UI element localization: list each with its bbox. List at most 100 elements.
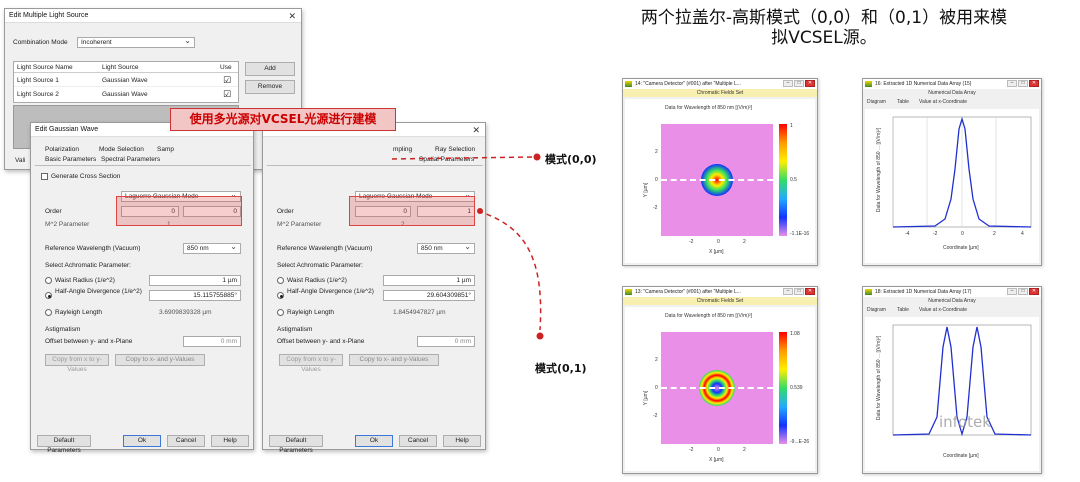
waist-radius-field[interactable]: 1 µm	[149, 275, 241, 286]
column-use-header: Use	[220, 64, 232, 71]
dialog-title: Edit Multiple Light Source ✕	[5, 9, 301, 23]
help-button[interactable]: Help	[443, 435, 481, 447]
minimize-icon[interactable]: –	[1007, 80, 1017, 87]
tab-value-at-x[interactable]: Value at x-Coordinate	[919, 307, 967, 313]
row-name: Light Source 1	[17, 77, 59, 84]
half-angle-radio[interactable]	[45, 292, 52, 299]
waist-radius-field[interactable]: 1 µm	[383, 275, 475, 286]
offset-field[interactable]: 0 mm	[183, 336, 241, 347]
cancel-button[interactable]: Cancel	[167, 435, 205, 447]
line-window-bottom: 18: Extracted 1D Numerical Data Array (1…	[862, 286, 1042, 474]
dialog-title-text: Edit Multiple Light Source	[9, 12, 89, 19]
maximize-icon[interactable]: □	[1018, 288, 1028, 295]
default-parameters-button[interactable]: Default Parameters	[37, 435, 91, 454]
y-tick: 0	[655, 385, 658, 391]
window-title: 13: "Camera Detector" (#001) after "Mult…	[623, 287, 817, 297]
half-angle-field[interactable]: 29.604309851°	[383, 290, 475, 301]
generate-cross-section-checkbox[interactable]	[41, 173, 48, 180]
combination-mode-label: Combination Mode	[13, 39, 68, 46]
add-button[interactable]: Add	[245, 62, 295, 76]
waist-radius-radio[interactable]	[45, 277, 52, 284]
maximize-icon[interactable]: □	[794, 288, 804, 295]
minimize-icon[interactable]: –	[783, 288, 793, 295]
maximize-icon[interactable]: □	[794, 80, 804, 87]
rayleigh-radio[interactable]	[277, 309, 284, 316]
copy-to-xy-button[interactable]: Copy to x- and y-Values	[115, 354, 205, 366]
copy-from-x-button[interactable]: Copy from x to y-Values	[279, 354, 343, 373]
table-row[interactable]: Light Source 1 Gaussian Wave ☑	[14, 74, 238, 87]
combination-mode-select[interactable]: Incoherent	[77, 36, 195, 48]
tab-sampling[interactable]: mpling	[393, 146, 412, 153]
copy-to-xy-button[interactable]: Copy to x- and y-Values	[349, 354, 439, 366]
tab-table[interactable]: Table	[897, 307, 909, 313]
close-icon[interactable]: ✕	[288, 9, 296, 23]
close-icon[interactable]: ✕	[472, 123, 480, 137]
minimize-icon[interactable]: –	[783, 80, 793, 87]
window-controls: – □ ✕	[1007, 288, 1039, 295]
copy-from-x-button[interactable]: Copy from x to y-Values	[45, 354, 109, 373]
tab-mode-selection[interactable]: Mode Selection	[99, 146, 144, 153]
tab-spectral-parameters[interactable]: Spectral Parameters	[101, 156, 160, 163]
minimize-icon[interactable]: –	[1007, 288, 1017, 295]
close-icon[interactable]: ✕	[805, 80, 815, 87]
tab-table[interactable]: Table	[897, 99, 909, 105]
waist-radius-label: Waist Radius (1/e^2)	[287, 277, 347, 284]
ok-button[interactable]: Ok	[355, 435, 393, 447]
app-icon	[865, 81, 872, 87]
default-parameters-button[interactable]: Default Parameters	[269, 435, 323, 454]
offset-label: Offset between y- and x-Plane	[45, 338, 133, 345]
offset-field[interactable]: 0 mm	[417, 336, 475, 347]
tab-polarization[interactable]: Polarization	[45, 146, 79, 153]
use-checkbox[interactable]: ☑	[223, 75, 231, 86]
tab-diagram[interactable]: Diagram	[867, 99, 886, 105]
dialog-title-text: Edit Gaussian Wave	[35, 126, 99, 133]
help-button[interactable]: Help	[211, 435, 249, 447]
tab-spatial-parameters[interactable]: Spatial Parameters	[419, 156, 474, 163]
valid-label: Vali	[15, 157, 26, 164]
gaussian-wave-dialog-left: Edit Gaussian Wave Polarization Mode Sel…	[30, 122, 254, 454]
row-type: Gaussian Wave	[102, 77, 148, 84]
remove-button[interactable]: Remove	[245, 80, 295, 94]
watermark: infotek	[939, 413, 991, 431]
x-tick: 2	[993, 231, 996, 237]
tab-sampling[interactable]: Samp	[157, 146, 174, 153]
use-checkbox[interactable]: ☑	[223, 89, 231, 100]
tab-basic-parameters[interactable]: Basic Parameters	[45, 156, 96, 163]
cancel-button[interactable]: Cancel	[399, 435, 437, 447]
x-tick: -2	[689, 239, 694, 245]
colorbar-tick: 0.539	[790, 385, 803, 391]
ref-wavelength-label: Reference Wavelength (Vacuum)	[277, 245, 373, 252]
headline-line-1: 两个拉盖尔-高斯模式（0,0）和（0,1）被用来模	[640, 8, 1008, 28]
close-icon[interactable]: ✕	[1029, 80, 1039, 87]
astigmatism-label: Astigmatism	[277, 326, 313, 333]
arrow-mode01	[477, 210, 542, 331]
ref-wavelength-select[interactable]: 850 nm	[417, 242, 475, 254]
ref-wavelength-select[interactable]: 850 nm	[183, 242, 241, 254]
mode-01-label: 模式(0,1)	[535, 362, 587, 375]
maximize-icon[interactable]: □	[1018, 80, 1028, 87]
half-angle-radio[interactable]	[277, 292, 284, 299]
detector-window-bottom: 13: "Camera Detector" (#001) after "Mult…	[622, 286, 818, 474]
y-tick: 2	[655, 149, 658, 155]
close-icon[interactable]: ✕	[1029, 288, 1039, 295]
window-title: 14: "Camera Detector" (#001) after "Mult…	[623, 79, 817, 89]
rayleigh-radio[interactable]	[45, 309, 52, 316]
close-icon[interactable]: ✕	[805, 288, 815, 295]
light-source-table: Light Source Name Light Source Use Light…	[13, 61, 239, 103]
tab-divider	[267, 165, 483, 166]
x-axis-label: X [µm]	[709, 457, 724, 463]
tab-ray-selection[interactable]: Ray Selection	[435, 146, 475, 153]
window-title-text: 18: Extracted 1D Numerical Data Array (1…	[875, 289, 972, 295]
half-angle-field[interactable]: 15.115755885°	[149, 290, 241, 301]
y-tick: 2	[655, 357, 658, 363]
waist-radius-radio[interactable]	[277, 277, 284, 284]
table-row[interactable]: Light Source 2 Gaussian Wave ☑	[14, 88, 238, 101]
achromatic-label: Select Achromatic Parameter:	[277, 262, 363, 269]
tab-diagram[interactable]: Diagram	[867, 307, 886, 313]
line-plot: Data for Wavelength of 850 ... [(V/m)²] …	[865, 317, 1039, 471]
ref-wavelength-value: 850 nm	[421, 245, 443, 252]
ok-button[interactable]: Ok	[123, 435, 161, 447]
tab-value-at-x[interactable]: Value at x-Coordinate	[919, 99, 967, 105]
x-tick: 2	[743, 447, 746, 453]
callout-box: 使用多光源对VCSEL光源进行建模	[170, 108, 396, 131]
